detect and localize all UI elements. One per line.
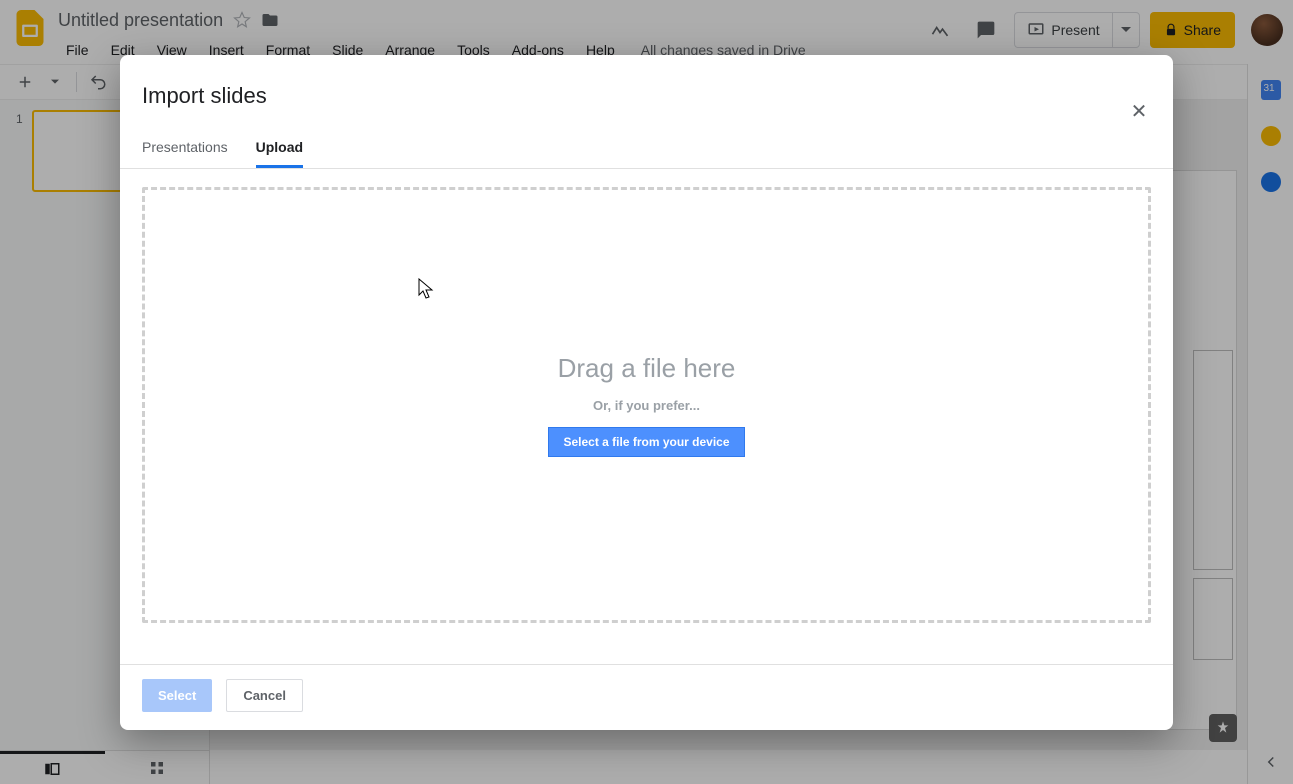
dialog-tabs: Presentations Upload: [120, 123, 1173, 169]
import-slides-dialog: Import slides ✕ Presentations Upload Dra…: [120, 55, 1173, 730]
tab-upload[interactable]: Upload: [256, 139, 303, 168]
dialog-close-button[interactable]: ✕: [1127, 99, 1151, 123]
select-file-button[interactable]: Select a file from your device: [548, 427, 744, 457]
dialog-cancel-button[interactable]: Cancel: [226, 679, 303, 712]
dialog-select-button[interactable]: Select: [142, 679, 212, 712]
tab-presentations[interactable]: Presentations: [142, 139, 228, 168]
dialog-title: Import slides: [142, 83, 267, 109]
upload-dropzone[interactable]: Drag a file here Or, if you prefer... Se…: [142, 187, 1151, 623]
dropzone-title: Drag a file here: [558, 353, 736, 384]
dropzone-subtitle: Or, if you prefer...: [593, 398, 700, 413]
dialog-footer: Select Cancel: [120, 664, 1173, 730]
close-icon: ✕: [1131, 99, 1148, 124]
